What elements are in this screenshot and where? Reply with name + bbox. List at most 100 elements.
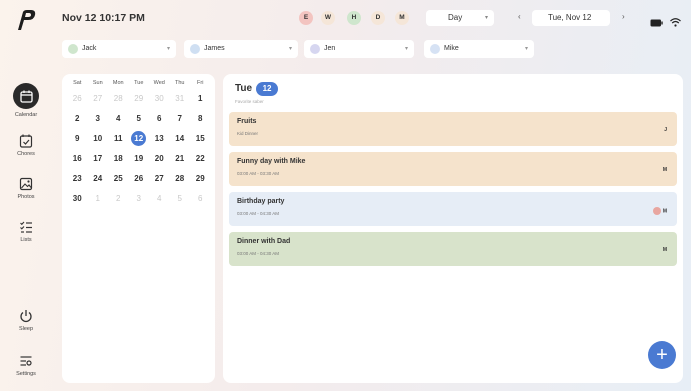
- user-name: Jen: [324, 45, 336, 52]
- event-card[interactable]: Fruits Kid Dinner J: [229, 112, 677, 146]
- view-mode-select[interactable]: Day ▾: [426, 10, 494, 26]
- event-card[interactable]: Dinner with Dad 03:00 AM - 04:30 AM M: [229, 232, 677, 266]
- calendar-day[interactable]: 17: [88, 151, 109, 166]
- calendar-day[interactable]: 8: [190, 111, 211, 126]
- filter-pill[interactable]: D: [371, 11, 385, 25]
- photos-icon: [19, 177, 33, 191]
- calendar-icon: [19, 90, 33, 103]
- calendar-day[interactable]: 11: [108, 131, 129, 146]
- calendar-week-row: 30 1 2 3 4 5 6: [67, 191, 211, 206]
- calendar-day[interactable]: 4: [149, 191, 170, 206]
- battery-icon: [650, 19, 663, 27]
- weekday-label: Tue: [134, 80, 144, 86]
- user-name: James: [204, 45, 225, 52]
- mini-calendar-grid: Sat Sun Mon Tue Wed Thu Fri 26 27 28 29 30 31 1 2 3 4 5 6…: [67, 80, 211, 206]
- calendar-day[interactable]: 20: [149, 151, 170, 166]
- sidebar: Calendar Chores Photos Lists Sleep Setti…: [0, 0, 52, 391]
- calendar-day[interactable]: 18: [108, 151, 129, 166]
- calendar-day[interactable]: 2: [67, 111, 88, 126]
- calendar-day[interactable]: 29: [129, 91, 150, 106]
- calendar-day[interactable]: 16: [67, 151, 88, 166]
- calendar-day[interactable]: 26: [67, 91, 88, 106]
- date-select[interactable]: Tue, Nov 12: [532, 10, 610, 26]
- filter-pill[interactable]: E: [299, 11, 313, 25]
- event-time: 03:00 AM - 03:30 AM: [237, 171, 280, 176]
- calendar-day-today[interactable]: 12: [129, 131, 150, 146]
- calendar-day[interactable]: 22: [190, 151, 211, 166]
- sidebar-item-label: Settings: [16, 371, 36, 377]
- calendar-day[interactable]: 28: [170, 171, 191, 186]
- calendar-day[interactable]: 2: [108, 191, 129, 206]
- day-heading: Tue 12: [235, 82, 279, 96]
- event-card[interactable]: Birthday party 03:00 AM - 04:30 AM M: [229, 192, 677, 226]
- event-card[interactable]: Funny day with Mike 03:00 AM - 03:30 AM …: [229, 152, 677, 186]
- calendar-day[interactable]: 30: [67, 191, 88, 206]
- calendar-day[interactable]: 1: [88, 191, 109, 206]
- calendar-day[interactable]: 5: [170, 191, 191, 206]
- chores-icon: [19, 134, 33, 148]
- calendar-day[interactable]: 6: [190, 191, 211, 206]
- calendar-day[interactable]: 13: [149, 131, 170, 146]
- sidebar-item-chores[interactable]: Chores: [0, 134, 52, 157]
- sidebar-item-sleep[interactable]: Sleep: [0, 309, 52, 332]
- calendar-day[interactable]: 15: [190, 131, 211, 146]
- calendar-day[interactable]: 27: [149, 171, 170, 186]
- event-assignee: M: [662, 167, 667, 173]
- calendar-day[interactable]: 21: [170, 151, 191, 166]
- calendar-day[interactable]: 27: [88, 91, 109, 106]
- wifi-icon: [670, 18, 681, 27]
- calendar-week-row: 2345678: [67, 111, 211, 126]
- filter-pill[interactable]: M: [395, 11, 409, 25]
- add-event-button[interactable]: +: [648, 341, 676, 369]
- calendar-day[interactable]: 3: [129, 191, 150, 206]
- sidebar-item-calendar[interactable]: Calendar: [0, 83, 52, 118]
- calendar-day[interactable]: 25: [108, 171, 129, 186]
- calendar-day[interactable]: 24: [88, 171, 109, 186]
- user-filter-chip[interactable]: James ▾: [184, 40, 298, 58]
- status-icons: [650, 14, 681, 32]
- day-subtitle: Favorite saber: [235, 99, 264, 104]
- calendar-day[interactable]: 7: [170, 111, 191, 126]
- calendar-day[interactable]: 3: [88, 111, 109, 126]
- calendar-day[interactable]: 9: [67, 131, 88, 146]
- calendar-day[interactable]: 28: [108, 91, 129, 106]
- avatar: [430, 44, 440, 54]
- calendar-day[interactable]: 5: [129, 111, 150, 126]
- calendar-day[interactable]: 31: [170, 91, 191, 106]
- user-filter-chip[interactable]: Mike ▾: [424, 40, 534, 58]
- calendar-day[interactable]: 14: [170, 131, 191, 146]
- sidebar-item-label: Lists: [20, 237, 32, 243]
- event-title: Birthday party: [237, 198, 285, 205]
- calendar-day[interactable]: 23: [67, 171, 88, 186]
- lists-icon: [20, 221, 32, 233]
- filter-pill[interactable]: H: [347, 11, 361, 25]
- filter-pill[interactable]: W: [321, 11, 335, 25]
- chevron-down-icon: ▾: [404, 46, 408, 52]
- calendar-day[interactable]: 1: [190, 91, 211, 106]
- calendar-day[interactable]: 30: [149, 91, 170, 106]
- calendar-day[interactable]: 19: [129, 151, 150, 166]
- next-day-button[interactable]: ›: [622, 12, 625, 21]
- calendar-week-row: 26 27 28 29 30 31 1: [67, 91, 211, 106]
- chevron-down-icon: ▾: [288, 46, 292, 52]
- sidebar-item-photos[interactable]: Photos: [0, 177, 52, 200]
- event-title: Fruits: [237, 118, 257, 125]
- current-datetime: Nov 12 10:17 PM: [62, 12, 145, 24]
- calendar-day[interactable]: 26: [129, 171, 150, 186]
- settings-icon: [20, 356, 32, 366]
- event-time: 03:00 AM - 04:30 AM: [237, 211, 280, 216]
- calendar-day[interactable]: 4: [108, 111, 129, 126]
- user-filter-chip[interactable]: Jen ▾: [304, 40, 414, 58]
- calendar-week-row: 9 10 11 12 13 14 15: [67, 131, 211, 146]
- weekday-label: Fri: [197, 80, 204, 86]
- calendar-day[interactable]: 29: [190, 171, 211, 186]
- sidebar-item-lists[interactable]: Lists: [0, 220, 52, 243]
- calendar-day[interactable]: 10: [88, 131, 109, 146]
- sidebar-item-label: Calendar: [14, 112, 38, 118]
- user-name: Jack: [82, 45, 97, 52]
- user-filter-chip[interactable]: Jack ▾: [62, 40, 176, 58]
- event-assignee: M: [662, 247, 667, 253]
- calendar-day[interactable]: 6: [149, 111, 170, 126]
- prev-day-button[interactable]: ‹: [518, 12, 521, 21]
- sidebar-item-settings[interactable]: Settings: [0, 354, 52, 377]
